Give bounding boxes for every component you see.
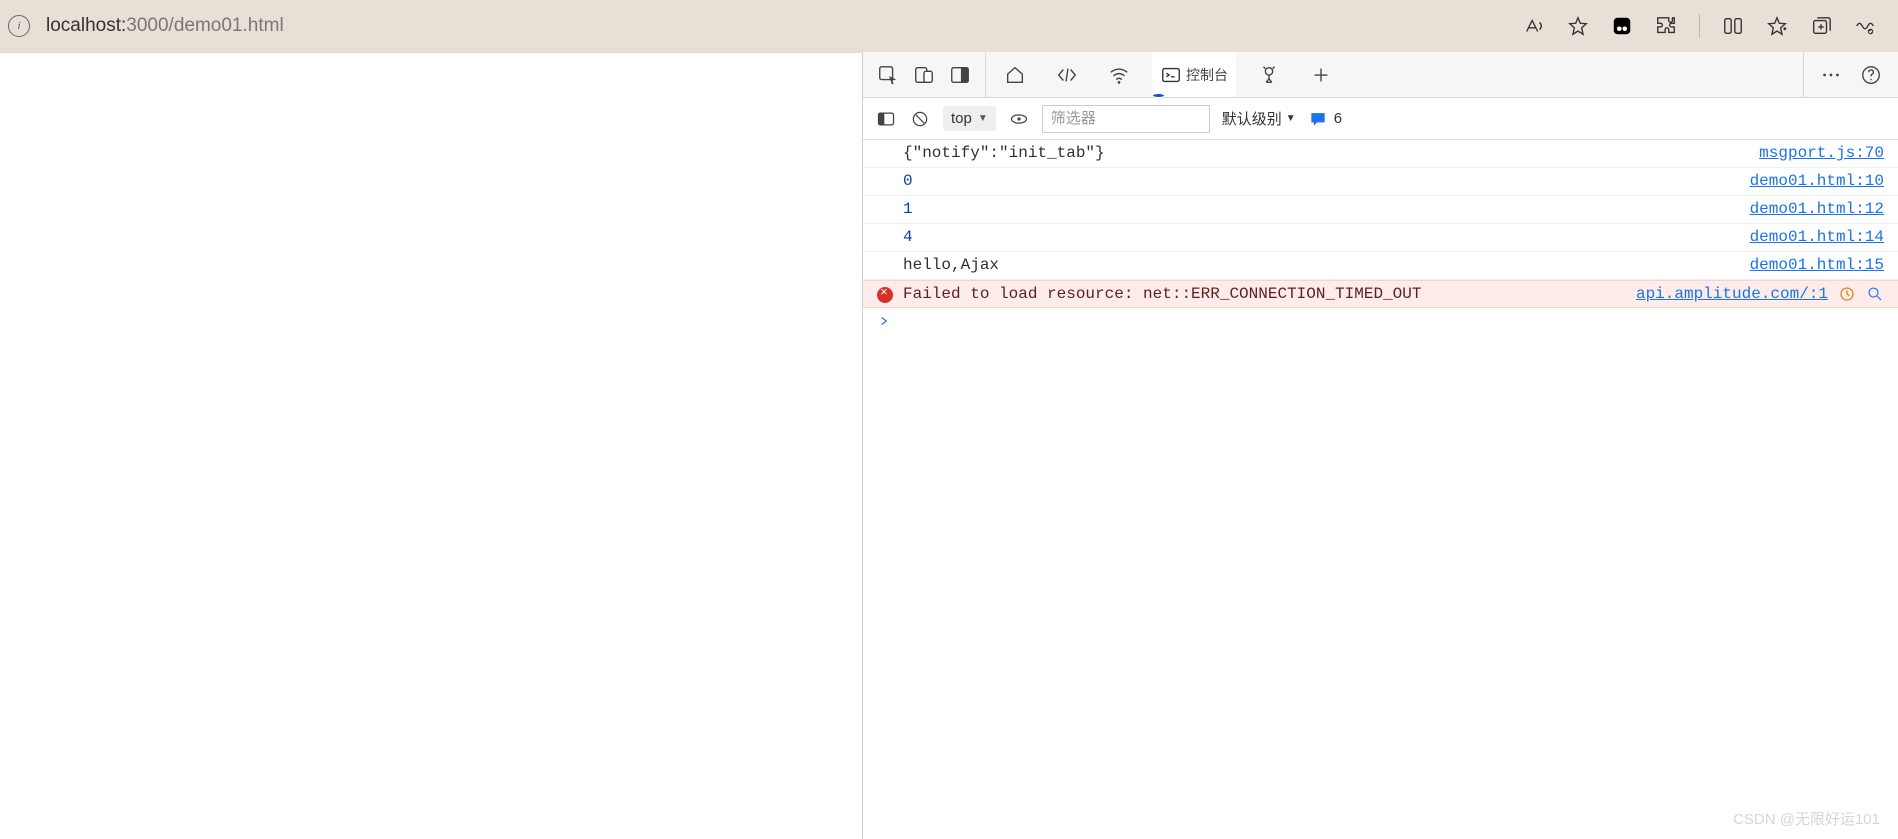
address-area[interactable]: i localhost:3000/demo01.html — [8, 15, 1511, 37]
message-text: 4 — [903, 228, 1738, 246]
tab-console[interactable]: 控制台 — [1152, 52, 1236, 97]
message-source-link[interactable]: demo01.html:15 — [1750, 256, 1884, 274]
console-prompt[interactable] — [863, 308, 1898, 340]
collections-icon[interactable] — [1810, 15, 1832, 37]
message-source-link[interactable]: demo01.html:10 — [1750, 172, 1884, 190]
tab-console-label: 控制台 — [1186, 65, 1228, 85]
message-text: {"notify":"init_tab"} — [903, 144, 1747, 162]
filter-input[interactable] — [1042, 105, 1210, 133]
issues-indicator[interactable]: 6 — [1308, 109, 1342, 129]
extension-square-icon[interactable] — [1611, 15, 1633, 37]
url-path: 3000/demo01.html — [126, 15, 283, 36]
console-message[interactable]: 0 demo01.html:10 — [863, 168, 1898, 196]
issue-bubble-icon — [1308, 109, 1328, 129]
favorite-star-icon[interactable] — [1567, 15, 1589, 37]
console-message[interactable]: {"notify":"init_tab"} msgport.js:70 — [863, 140, 1898, 168]
devtools-panel: 控制台 top ▼ 默认级别 ▼ — [862, 52, 1898, 839]
site-info-icon[interactable]: i — [8, 15, 30, 37]
tab-network[interactable] — [1100, 52, 1138, 97]
message-text: Failed to load resource: net::ERR_CONNEC… — [903, 285, 1624, 303]
dock-side-icon[interactable] — [949, 64, 971, 86]
console-message[interactable]: 4 demo01.html:14 — [863, 224, 1898, 252]
help-icon[interactable] — [1860, 64, 1882, 86]
console-message[interactable]: hello,Ajax demo01.html:15 — [863, 252, 1898, 280]
more-menu-icon[interactable] — [1820, 64, 1842, 86]
tab-add[interactable] — [1302, 52, 1340, 97]
favorites-icon[interactable] — [1766, 15, 1788, 37]
tab-sources[interactable] — [1250, 52, 1288, 97]
error-actions — [1838, 285, 1884, 303]
dropdown-triangle-icon: ▼ — [1286, 113, 1296, 124]
split-screen-icon[interactable] — [1722, 15, 1744, 37]
chrome-actions — [1523, 14, 1890, 38]
url-host: localhost: — [46, 15, 126, 36]
page-viewport[interactable] — [0, 52, 862, 839]
log-level-selector[interactable]: 默认级别 ▼ — [1222, 108, 1296, 129]
message-text: 0 — [903, 172, 1738, 190]
message-source-link[interactable]: api.amplitude.com/:1 — [1636, 285, 1828, 303]
error-icon — [877, 287, 893, 303]
devtools-tabbar: 控制台 — [863, 52, 1898, 98]
clear-console-icon[interactable] — [909, 108, 931, 130]
message-text: 1 — [903, 200, 1738, 218]
context-label: top — [951, 110, 972, 127]
message-source-link[interactable]: msgport.js:70 — [1759, 144, 1884, 162]
extensions-puzzle-icon[interactable] — [1655, 15, 1677, 37]
url-display[interactable]: localhost:3000/demo01.html — [46, 15, 284, 37]
read-aloud-icon[interactable] — [1523, 15, 1545, 37]
context-selector[interactable]: top ▼ — [943, 106, 996, 131]
inspect-element-icon[interactable] — [877, 64, 899, 86]
message-text: hello,Ajax — [903, 256, 1738, 274]
tab-welcome[interactable] — [996, 52, 1034, 97]
divider — [1699, 14, 1700, 38]
watermark: CSDN @无限好运101 — [1733, 808, 1880, 829]
dropdown-triangle-icon: ▼ — [978, 113, 988, 124]
retry-icon[interactable] — [1838, 285, 1856, 303]
issues-count: 6 — [1334, 110, 1342, 127]
live-expression-icon[interactable] — [1008, 108, 1030, 130]
device-toggle-icon[interactable] — [913, 64, 935, 86]
console-message[interactable]: 1 demo01.html:12 — [863, 196, 1898, 224]
console-output[interactable]: {"notify":"init_tab"} msgport.js:70 0 demo0… — [863, 140, 1898, 839]
console-message[interactable]: Failed to load resource: net::ERR_CONNEC… — [863, 280, 1898, 308]
message-source-link[interactable]: demo01.html:14 — [1750, 228, 1884, 246]
browser-chrome-bar: i localhost:3000/demo01.html — [0, 0, 1898, 52]
tab-elements[interactable] — [1048, 52, 1086, 97]
console-toolbar: top ▼ 默认级别 ▼ 6 — [863, 98, 1898, 140]
message-source-link[interactable]: demo01.html:12 — [1750, 200, 1884, 218]
performance-icon[interactable] — [1854, 15, 1876, 37]
toggle-sidebar-icon[interactable] — [875, 108, 897, 130]
search-icon[interactable] — [1866, 285, 1884, 303]
log-level-label: 默认级别 — [1222, 108, 1282, 129]
